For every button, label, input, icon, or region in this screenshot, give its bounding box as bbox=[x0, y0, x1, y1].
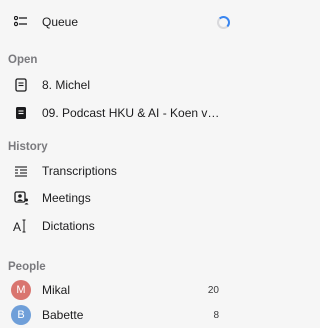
section-title-history: History bbox=[8, 141, 48, 153]
sidebar-item-meetings[interactable]: Meetings bbox=[0, 185, 254, 211]
sidebar-item-transcriptions[interactable]: Transcriptions bbox=[0, 158, 254, 184]
sidebar-item-dictations[interactable]: A Dictations bbox=[0, 213, 254, 239]
section-title-open: Open bbox=[8, 54, 38, 66]
sidebar-item-label: Meetings bbox=[42, 191, 91, 205]
loading-spinner-icon bbox=[217, 15, 230, 29]
dictation-cursor-icon: A bbox=[13, 218, 29, 234]
queue-list-icon bbox=[13, 14, 29, 30]
sidebar-item-open-document[interactable]: 09. Podcast HKU & AI - Koen va... bbox=[0, 100, 254, 126]
sidebar-item-label: Dictations bbox=[42, 219, 95, 233]
svg-text:A: A bbox=[13, 220, 21, 233]
sidebar-item-person[interactable]: M Mikal 20 bbox=[0, 277, 254, 303]
transcript-lines-icon bbox=[13, 163, 29, 179]
sidebar-item-label: 09. Podcast HKU & AI - Koen va... bbox=[42, 106, 222, 120]
sidebar-item-label: 8. Michel bbox=[42, 78, 91, 92]
person-name: Mikal bbox=[42, 283, 71, 297]
meeting-people-icon bbox=[13, 190, 29, 206]
person-count: 20 bbox=[207, 284, 219, 296]
avatar: B bbox=[11, 305, 31, 325]
sidebar-item-queue[interactable]: Queue bbox=[0, 9, 254, 35]
sidebar-item-person[interactable]: B Babette 8 bbox=[0, 302, 254, 328]
person-name: Babette bbox=[42, 308, 84, 322]
document-filled-icon bbox=[13, 105, 29, 121]
section-title-people: People bbox=[8, 261, 46, 273]
sidebar-item-label: Queue bbox=[42, 15, 79, 29]
sidebar-item-label: Transcriptions bbox=[42, 164, 117, 178]
sidebar: Queue Open 8. Michel 09. Podcast HKU & A… bbox=[0, 0, 254, 325]
document-outline-icon bbox=[13, 77, 29, 93]
person-count: 8 bbox=[213, 309, 219, 321]
avatar: M bbox=[11, 280, 31, 300]
sidebar-item-open-document[interactable]: 8. Michel bbox=[0, 72, 254, 98]
